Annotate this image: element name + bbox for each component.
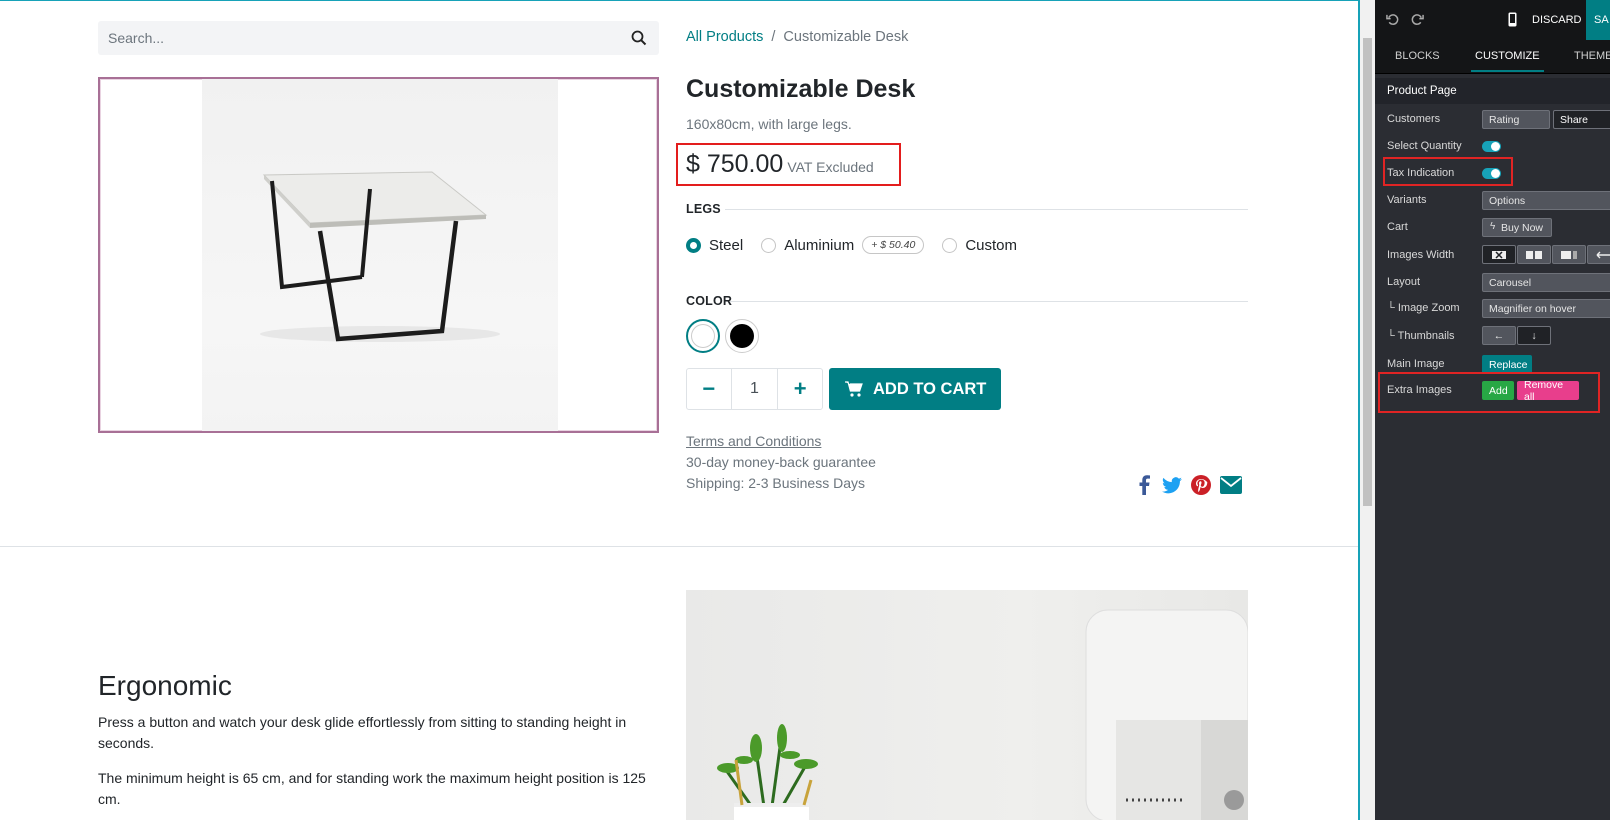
color-swatch-white[interactable] bbox=[686, 319, 720, 353]
shipping-text: Shipping: 2-3 Business Days bbox=[686, 475, 865, 491]
quantity-stepper: − 1 + bbox=[686, 368, 823, 410]
desk-illustration bbox=[260, 171, 500, 342]
breadcrumb-all-products[interactable]: All Products bbox=[686, 29, 763, 45]
product-title: Customizable Desk bbox=[686, 75, 916, 103]
quantity-input[interactable]: 1 bbox=[730, 369, 779, 409]
row-cart-label: Cart bbox=[1387, 221, 1408, 233]
legs-options: Steel Aluminium + $ 50.40 Custom bbox=[686, 235, 1035, 255]
rating-toggle-button[interactable]: Rating bbox=[1482, 110, 1550, 129]
section-paragraph-2: The minimum height is 65 cm, and for sta… bbox=[98, 770, 646, 807]
thumbnails-options: ← ↓ bbox=[1482, 326, 1551, 345]
website-scrollbar[interactable] bbox=[1360, 0, 1375, 820]
cart-icon bbox=[845, 381, 863, 397]
product-description: 160x80cm, with large legs. bbox=[686, 116, 852, 132]
mobile-preview-icon[interactable] bbox=[1508, 12, 1517, 30]
quantity-plus-button[interactable]: + bbox=[778, 369, 822, 409]
row-tax-indication-label: Tax Indication bbox=[1387, 167, 1455, 179]
row-extra-images-label: Extra Images bbox=[1387, 384, 1452, 396]
search-bar[interactable]: Search... bbox=[98, 21, 659, 55]
tab-theme[interactable]: THEME bbox=[1574, 50, 1610, 72]
row-customers-label: Customers bbox=[1387, 113, 1441, 125]
undo-icon[interactable] bbox=[1386, 13, 1399, 29]
twitter-icon[interactable] bbox=[1160, 473, 1184, 497]
remove-all-images-button[interactable]: Remove all bbox=[1517, 379, 1579, 403]
quantity-minus-button[interactable]: − bbox=[687, 369, 731, 409]
layout-select[interactable]: Carousel bbox=[1482, 273, 1610, 292]
width-two-thirds-icon[interactable] bbox=[1552, 245, 1586, 264]
section-product-page: Product Page bbox=[1375, 78, 1610, 104]
terms-link[interactable]: Terms and Conditions bbox=[686, 433, 821, 449]
share-toggle-button[interactable]: Share bbox=[1553, 110, 1610, 129]
width-none-icon[interactable] bbox=[1482, 245, 1516, 264]
row-layout-label: Layout bbox=[1387, 276, 1421, 288]
tab-blocks[interactable]: BLOCKS bbox=[1395, 50, 1440, 72]
price-value: $ 750.00 bbox=[686, 150, 784, 178]
thumbnails-bottom-icon[interactable]: ↓ bbox=[1517, 326, 1551, 345]
redo-icon[interactable] bbox=[1411, 13, 1424, 29]
breadcrumb-current: Customizable Desk bbox=[783, 29, 909, 45]
website-preview: Search... All Products / Customizable De… bbox=[0, 0, 1360, 820]
radio-aluminium[interactable] bbox=[761, 237, 777, 253]
variants-select[interactable]: Options bbox=[1482, 191, 1610, 210]
search-icon[interactable] bbox=[629, 28, 649, 48]
select-quantity-toggle[interactable] bbox=[1482, 141, 1501, 152]
section-title: Ergonomic bbox=[98, 670, 232, 701]
breadcrumb-separator: / bbox=[771, 29, 776, 45]
facebook-icon[interactable] bbox=[1132, 473, 1156, 497]
editor-topbar: DISCARD SA bbox=[1375, 0, 1610, 40]
width-half-icon[interactable] bbox=[1517, 245, 1551, 264]
radio-custom[interactable] bbox=[942, 237, 958, 253]
legs-option-custom[interactable]: Custom bbox=[942, 237, 1017, 254]
legs-title: LEGS bbox=[686, 202, 721, 216]
row-variants-label: Variants bbox=[1387, 194, 1427, 206]
legs-option-steel[interactable]: Steel bbox=[686, 237, 743, 254]
section-paragraph-1: Press a button and watch your desk glide… bbox=[98, 714, 627, 751]
guarantee-text: 30-day money-back guarantee bbox=[686, 454, 876, 470]
discard-button[interactable]: DISCARD bbox=[1532, 14, 1582, 26]
legs-option-label: Aluminium bbox=[784, 236, 855, 254]
row-select-quantity-label: Select Quantity bbox=[1387, 140, 1462, 152]
section-divider bbox=[0, 546, 1358, 547]
add-to-cart-button[interactable]: ADD TO CART bbox=[829, 368, 1001, 410]
color-divider bbox=[730, 301, 1248, 302]
color-title: COLOR bbox=[686, 294, 733, 308]
width-full-icon[interactable] bbox=[1587, 245, 1610, 264]
tax-note: VAT Excluded bbox=[787, 159, 874, 175]
image-zoom-select[interactable]: Magnifier on hover bbox=[1482, 299, 1610, 318]
add-extra-images-button[interactable]: Add bbox=[1482, 381, 1514, 400]
office-image bbox=[686, 590, 1248, 820]
editor-panel: DISCARD SA BLOCKS CUSTOMIZE THEME Produc… bbox=[1375, 0, 1610, 820]
email-icon[interactable] bbox=[1219, 473, 1243, 497]
price-extra-badge: + $ 50.40 bbox=[862, 236, 925, 254]
search-input[interactable]: Search... bbox=[108, 30, 629, 46]
editor-tabs: BLOCKS CUSTOMIZE THEME bbox=[1375, 40, 1610, 74]
breadcrumb: All Products / Customizable Desk bbox=[686, 29, 908, 45]
product-price: $ 750.00 VAT Excluded bbox=[686, 150, 874, 179]
color-swatch-black[interactable] bbox=[725, 319, 759, 353]
pinterest-icon[interactable] bbox=[1189, 473, 1213, 497]
tax-indication-toggle[interactable] bbox=[1482, 168, 1501, 179]
row-images-width-label: Images Width bbox=[1387, 249, 1455, 261]
lightning-icon: ϟ bbox=[1490, 221, 1496, 232]
office-illustration bbox=[717, 609, 1248, 820]
save-button[interactable]: SA bbox=[1586, 0, 1610, 40]
swatch-fill bbox=[730, 324, 754, 348]
radio-steel[interactable] bbox=[686, 237, 701, 253]
tab-customize[interactable]: CUSTOMIZE bbox=[1471, 50, 1544, 72]
add-to-cart-label: ADD TO CART bbox=[873, 379, 987, 398]
product-main-image[interactable] bbox=[98, 77, 659, 433]
row-image-zoom-label: └ Image Zoom bbox=[1387, 302, 1460, 314]
row-thumbnails-label: └ Thumbnails bbox=[1387, 330, 1455, 342]
scrollbar-thumb[interactable] bbox=[1363, 38, 1372, 506]
legs-option-label: Steel bbox=[709, 236, 744, 254]
thumbnails-left-icon[interactable]: ← bbox=[1482, 326, 1516, 345]
legs-option-aluminium[interactable]: Aluminium + $ 50.40 bbox=[761, 236, 925, 254]
legs-divider bbox=[725, 209, 1248, 210]
legs-option-label: Custom bbox=[965, 236, 1018, 254]
images-width-options bbox=[1482, 245, 1610, 265]
row-main-image-label: Main Image bbox=[1387, 358, 1445, 370]
